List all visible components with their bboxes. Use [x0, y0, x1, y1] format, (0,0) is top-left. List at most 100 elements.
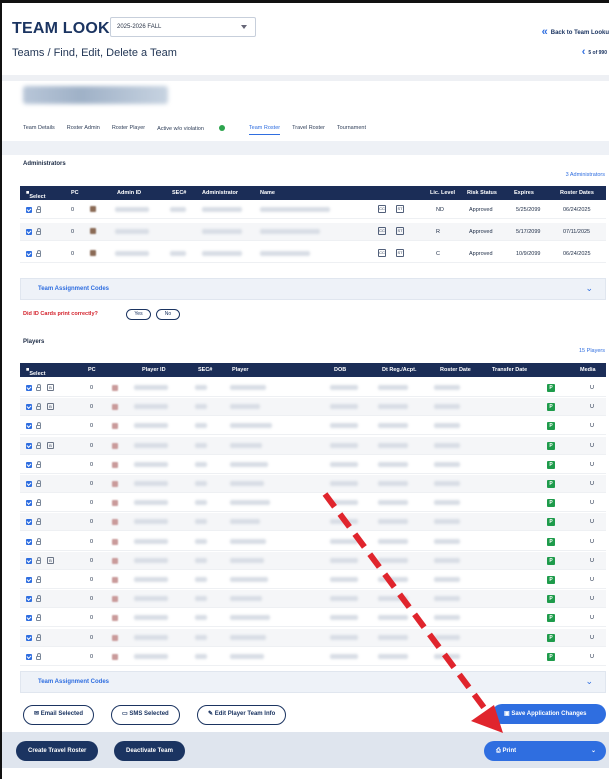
row-checkbox[interactable] — [26, 404, 32, 411]
player-row[interactable]: B 0 P U — [20, 379, 606, 397]
tab-tournament[interactable]: Tournament — [337, 125, 366, 135]
row-checkbox[interactable] — [26, 615, 32, 622]
tab-roster-admin[interactable]: Roster Admin — [67, 125, 100, 135]
record-pager[interactable]: ‹ 5 of 990 — [582, 46, 607, 58]
deactivate-team-button[interactable]: Deactivate Team — [114, 741, 185, 761]
row-checkbox[interactable] — [26, 461, 32, 468]
row-checkbox[interactable] — [26, 442, 32, 449]
row-checkbox[interactable] — [26, 423, 32, 430]
admin-photo — [90, 250, 96, 256]
team-assignment-codes-label: Team Assignment Codes — [38, 286, 110, 292]
player-dob-redacted — [330, 634, 358, 640]
team-name-redacted — [23, 86, 168, 104]
admin-row[interactable]: 0 CC ST C Approved 10/9/2099 06/24/2025 — [20, 245, 606, 263]
row-checkbox[interactable] — [26, 577, 32, 583]
cc-badge[interactable]: CC — [378, 205, 386, 213]
player-row[interactable]: B 0 P U — [20, 551, 606, 570]
tab-travel-roster[interactable]: Travel Roster — [292, 125, 325, 135]
col-expires: Expires — [514, 190, 534, 196]
row-checkbox[interactable] — [26, 538, 32, 545]
p-badge: P — [547, 595, 555, 604]
player-media: U — [590, 404, 594, 411]
tab-roster-player[interactable]: Roster Player — [112, 125, 145, 135]
player-name-redacted — [230, 404, 260, 410]
player-roster-redacted — [434, 615, 460, 621]
player-roster-redacted — [434, 653, 460, 659]
player-id-redacted — [134, 461, 168, 467]
lock-icon — [36, 422, 41, 430]
player-row[interactable]: 0 P U — [20, 533, 606, 551]
admin-row[interactable]: 0 CC ST ND Approved 5/25/2099 06/24/2025 — [20, 201, 606, 219]
player-media: U — [590, 557, 594, 564]
st-badge[interactable]: ST — [396, 227, 404, 235]
print-button[interactable]: ⎙ Print ⌄ — [484, 741, 606, 761]
chevron-left-icon[interactable]: ‹ — [582, 46, 586, 58]
app-frame: TEAM LOOKUP 2025-2026 FALL Teams / Find,… — [0, 0, 609, 779]
st-badge[interactable]: ST — [396, 205, 404, 213]
player-row[interactable]: 0 P U — [20, 494, 606, 513]
col-select[interactable]: ■ Select — [26, 367, 46, 377]
player-row[interactable]: 0 P U — [20, 590, 606, 609]
p-badge: P — [547, 499, 555, 508]
create-travel-roster-button[interactable]: Create Travel Roster — [16, 741, 99, 761]
row-checkbox[interactable] — [26, 596, 32, 603]
tab-active-wo-violation[interactable]: Active w/o violation — [157, 125, 237, 135]
lock-icon — [36, 403, 41, 411]
player-row[interactable]: 0 P U — [20, 513, 606, 532]
p-badge: P — [547, 633, 555, 642]
st-badge[interactable]: ST — [396, 249, 404, 257]
row-checkbox[interactable] — [26, 207, 32, 213]
sms-selected-button[interactable]: ▭ SMS Selected — [111, 705, 180, 725]
player-media: U — [590, 653, 594, 660]
header-divider — [2, 75, 609, 81]
player-name-redacted — [230, 557, 264, 563]
yes-button[interactable]: Yes — [126, 309, 151, 320]
player-row[interactable]: 0 P U — [20, 628, 606, 647]
player-media: U — [590, 461, 594, 468]
player-row[interactable]: 0 P U — [20, 648, 606, 666]
player-row[interactable]: 0 P U — [20, 456, 606, 474]
row-checkbox[interactable] — [26, 653, 32, 660]
cc-badge[interactable]: CC — [378, 227, 386, 235]
col-dob: DOB — [334, 367, 347, 373]
player-pc: 0 — [90, 577, 94, 583]
player-row[interactable]: 0 P U — [20, 475, 606, 493]
row-checkbox[interactable] — [26, 557, 32, 564]
player-row[interactable]: 0 P U — [20, 571, 606, 589]
team-assignment-codes-panel-players[interactable]: Team Assignment Codes ⌄ — [20, 671, 606, 693]
tab-team-details[interactable]: Team Details — [23, 125, 55, 135]
player-pc: 0 — [90, 385, 94, 391]
player-dob-redacted — [330, 404, 358, 410]
row-checkbox[interactable] — [26, 634, 32, 641]
row-checkbox[interactable] — [26, 385, 32, 391]
save-application-changes-button[interactable]: ▣ Save Application Changes — [492, 704, 606, 724]
back-to-team-lookup-link[interactable]: «Back to Team Looku — [542, 26, 609, 38]
edit-player-team-info-label: Edit Player Team Info — [214, 711, 276, 717]
player-row[interactable]: B 0 P U — [20, 436, 606, 455]
player-photo — [112, 404, 118, 411]
edit-player-team-info-button[interactable]: ✎ Edit Player Team Info — [197, 705, 287, 725]
chevron-down-icon: ⌄ — [590, 748, 596, 754]
row-checkbox[interactable] — [26, 251, 32, 257]
tab-team-roster[interactable]: Team Roster — [248, 125, 281, 135]
player-name-redacted — [230, 519, 260, 525]
row-checkbox[interactable] — [26, 229, 32, 235]
player-row[interactable]: 0 P U — [20, 417, 606, 436]
team-assignment-codes-panel[interactable]: Team Assignment Codes ⌄ — [20, 278, 606, 300]
player-row[interactable]: B 0 P U — [20, 398, 606, 417]
lock-icon — [36, 556, 41, 564]
cc-badge[interactable]: CC — [378, 249, 386, 257]
email-selected-button[interactable]: ✉ Email Selected — [23, 705, 95, 725]
row-checkbox[interactable] — [26, 481, 32, 487]
no-button[interactable]: No — [156, 309, 180, 320]
row-checkbox[interactable] — [26, 519, 32, 526]
row-checkbox[interactable] — [26, 500, 32, 507]
player-row[interactable]: 0 P U — [20, 609, 606, 628]
player-name-redacted — [230, 538, 266, 544]
player-pc: 0 — [90, 634, 94, 641]
admin-row[interactable]: 0 CC ST R Approved 5/17/2099 07/11/2025 — [20, 223, 606, 241]
col-lic-level: Lic. Level — [430, 190, 456, 196]
col-select[interactable]: ■ Select — [26, 190, 46, 200]
player-roster-redacted — [434, 557, 460, 563]
season-select[interactable]: 2025-2026 FALL — [110, 17, 256, 37]
